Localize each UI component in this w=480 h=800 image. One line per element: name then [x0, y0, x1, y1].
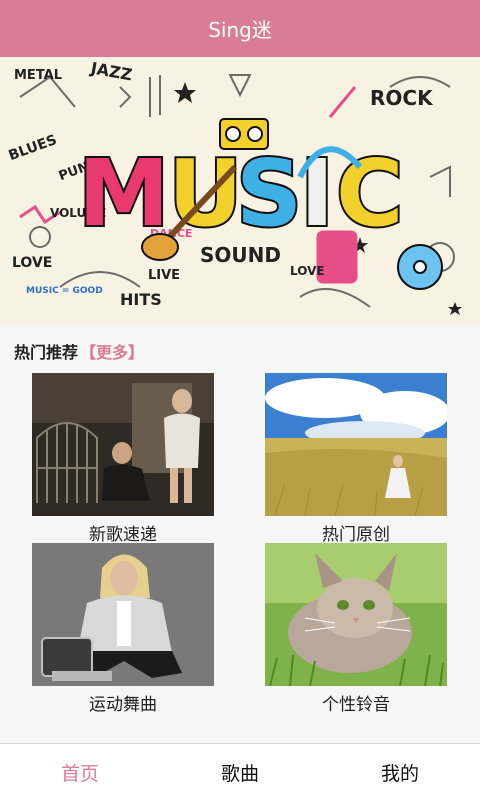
app-title: Sing迷	[208, 18, 272, 42]
kitten-in-grass-photo[interactable]	[265, 543, 447, 686]
girl-in-meadow-photo[interactable]	[265, 373, 447, 516]
doodle-word-metal: METAL	[14, 68, 62, 83]
hot-recommendations-header: 热门推荐 【更多】	[14, 339, 144, 363]
doodle-word-rock: ROCK	[370, 86, 434, 110]
category-card-new-songs[interactable]: 新歌速递	[32, 373, 214, 545]
doodle-word-music-good: MUSIC = GOOD	[26, 286, 103, 296]
music-doodle-banner[interactable]: METAL JAZZ ROCK BLUES PUNK VOLUME DANCE …	[0, 57, 480, 324]
tab-home[interactable]: 首页	[0, 744, 160, 800]
card-label: 热门原创	[322, 525, 390, 545]
card-label: 个性铃音	[322, 695, 390, 715]
app-title-bar: Sing迷	[0, 0, 480, 57]
more-link[interactable]: 【更多】	[80, 339, 144, 363]
woman-sitting-on-drum-photo[interactable]	[32, 543, 214, 686]
section-title: 热门推荐	[14, 343, 79, 362]
banner-word-m: M	[78, 140, 170, 247]
category-card-hot-original[interactable]: 热门原创	[265, 373, 447, 545]
doodle-word-live: LIVE	[148, 268, 180, 283]
banner-word-u: U	[168, 140, 243, 247]
doodle-word-love-2: LOVE	[290, 264, 325, 278]
doodle-word-love: LOVE	[12, 255, 52, 271]
category-card-dance[interactable]: 运动舞曲	[32, 543, 214, 715]
couple-with-birdcage-photo[interactable]	[32, 373, 214, 516]
bottom-tab-bar: 首页 歌曲 我的	[0, 743, 480, 800]
card-label: 运动舞曲	[89, 695, 157, 715]
tab-songs[interactable]: 歌曲	[160, 744, 320, 800]
banner-word-s: S	[236, 140, 302, 247]
tab-mine[interactable]: 我的	[320, 744, 480, 800]
category-card-ringtones[interactable]: 个性铃音	[265, 543, 447, 715]
doodle-word-hits: HITS	[120, 290, 162, 309]
card-label: 新歌速递	[89, 525, 157, 545]
